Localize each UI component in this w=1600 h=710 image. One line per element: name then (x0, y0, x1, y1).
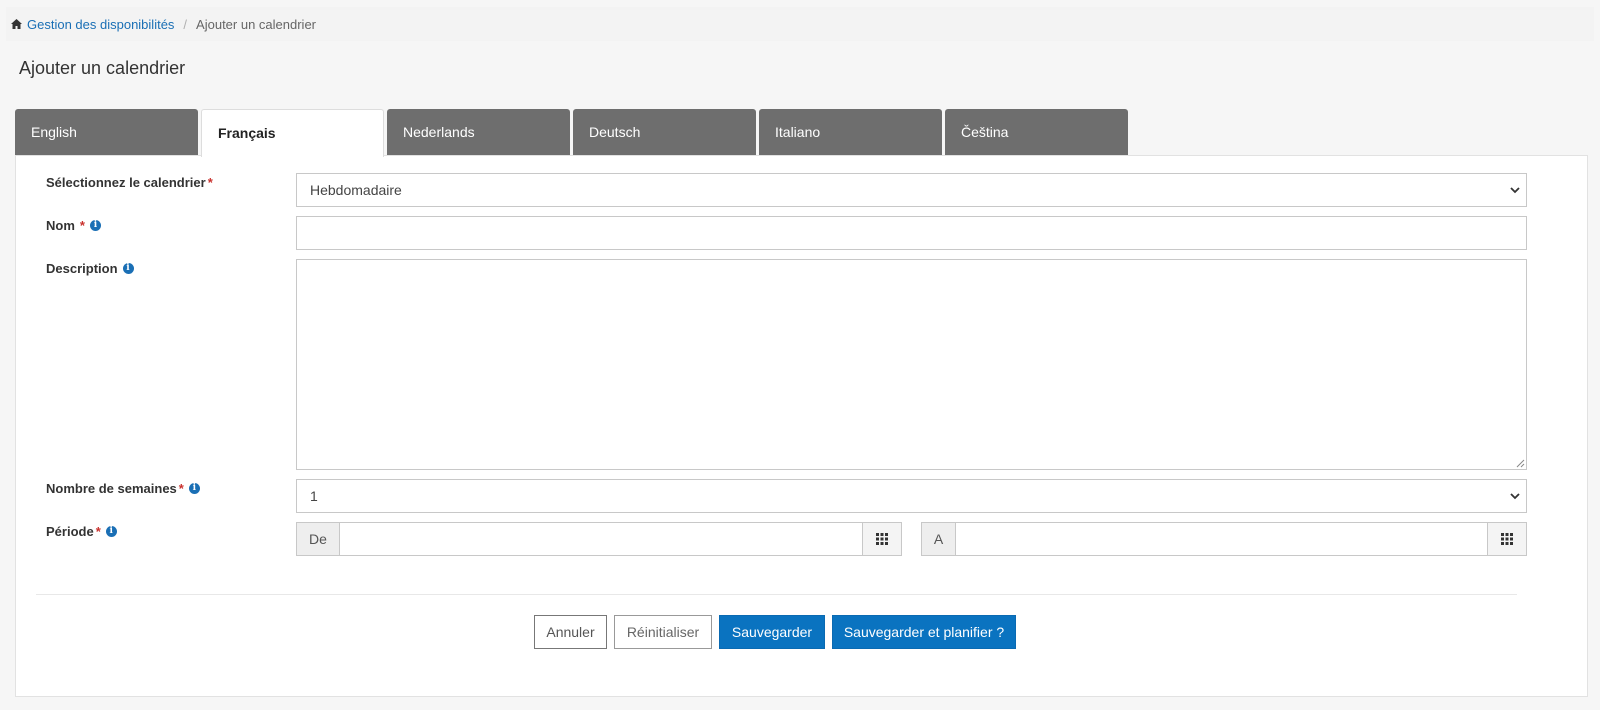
weeks-select-value: 1 (310, 488, 318, 504)
language-tabs: English Français Nederlands Deutsch Ital… (15, 109, 1128, 157)
tab-deutsch[interactable]: Deutsch (573, 109, 756, 156)
breadcrumb: Gestion des disponibilités / Ajouter un … (6, 7, 1594, 41)
breadcrumb-separator: / (183, 16, 188, 32)
calendar-grid-icon[interactable] (1487, 523, 1526, 555)
calendar-select-value: Hebdomadaire (310, 182, 402, 198)
tab-italiano[interactable]: Italiano (759, 109, 942, 156)
tab-nederlands[interactable]: Nederlands (387, 109, 570, 156)
calendar-select[interactable]: Hebdomadaire (296, 173, 1527, 207)
weeks-select[interactable]: 1 (296, 479, 1527, 513)
description-label: Description i (46, 261, 134, 276)
name-input[interactable] (296, 216, 1527, 250)
calendar-select-label-text: Sélectionnez le calendrier (46, 175, 206, 190)
save-and-plan-button[interactable]: Sauvegarder et planifier ? (832, 615, 1016, 649)
required-mark: * (79, 218, 85, 233)
calendar-grid-icon[interactable] (862, 523, 901, 555)
tab-francais[interactable]: Français (201, 109, 384, 157)
info-icon[interactable]: i (105, 526, 117, 537)
weeks-label: Nombre de semaines * i (46, 481, 200, 496)
info-icon[interactable]: i (122, 263, 134, 274)
required-mark: * (207, 175, 213, 190)
chevron-down-icon (1510, 492, 1520, 500)
period-label-text: Période (46, 524, 94, 539)
period-label: Période * i (46, 524, 117, 539)
period-to-group: A (921, 522, 1527, 556)
name-label-text: Nom (46, 218, 75, 233)
period-from-input[interactable] (340, 523, 862, 555)
description-textarea[interactable] (296, 259, 1527, 470)
form-divider (36, 594, 1517, 595)
info-icon[interactable]: i (89, 220, 101, 231)
breadcrumb-current: Ajouter un calendrier (196, 16, 317, 32)
resize-handle-icon[interactable] (1515, 458, 1525, 468)
required-mark: * (95, 524, 101, 539)
required-mark: * (178, 481, 184, 496)
description-label-text: Description (46, 261, 118, 276)
calendar-select-label: Sélectionnez le calendrier * (46, 175, 213, 190)
weeks-label-text: Nombre de semaines (46, 481, 177, 496)
breadcrumb-home-link[interactable]: Gestion des disponibilités (27, 17, 174, 32)
name-label: Nom * i (46, 218, 101, 233)
chevron-down-icon (1510, 186, 1520, 194)
form-panel: Sélectionnez le calendrier * Hebdomadaire… (15, 155, 1588, 697)
period-from-prefix: De (297, 523, 340, 555)
info-icon[interactable]: i (188, 483, 200, 494)
tab-cestina[interactable]: Čeština (945, 109, 1128, 156)
home-icon[interactable] (11, 19, 22, 29)
period-to-input[interactable] (956, 523, 1487, 555)
tab-english[interactable]: English (15, 109, 198, 156)
save-button[interactable]: Sauvegarder (719, 615, 825, 649)
cancel-button[interactable]: Annuler (534, 615, 607, 649)
period-from-group: De (296, 522, 902, 556)
period-to-prefix: A (922, 523, 956, 555)
reset-button[interactable]: Réinitialiser (614, 615, 712, 649)
page-title: Ajouter un calendrier (19, 58, 186, 78)
